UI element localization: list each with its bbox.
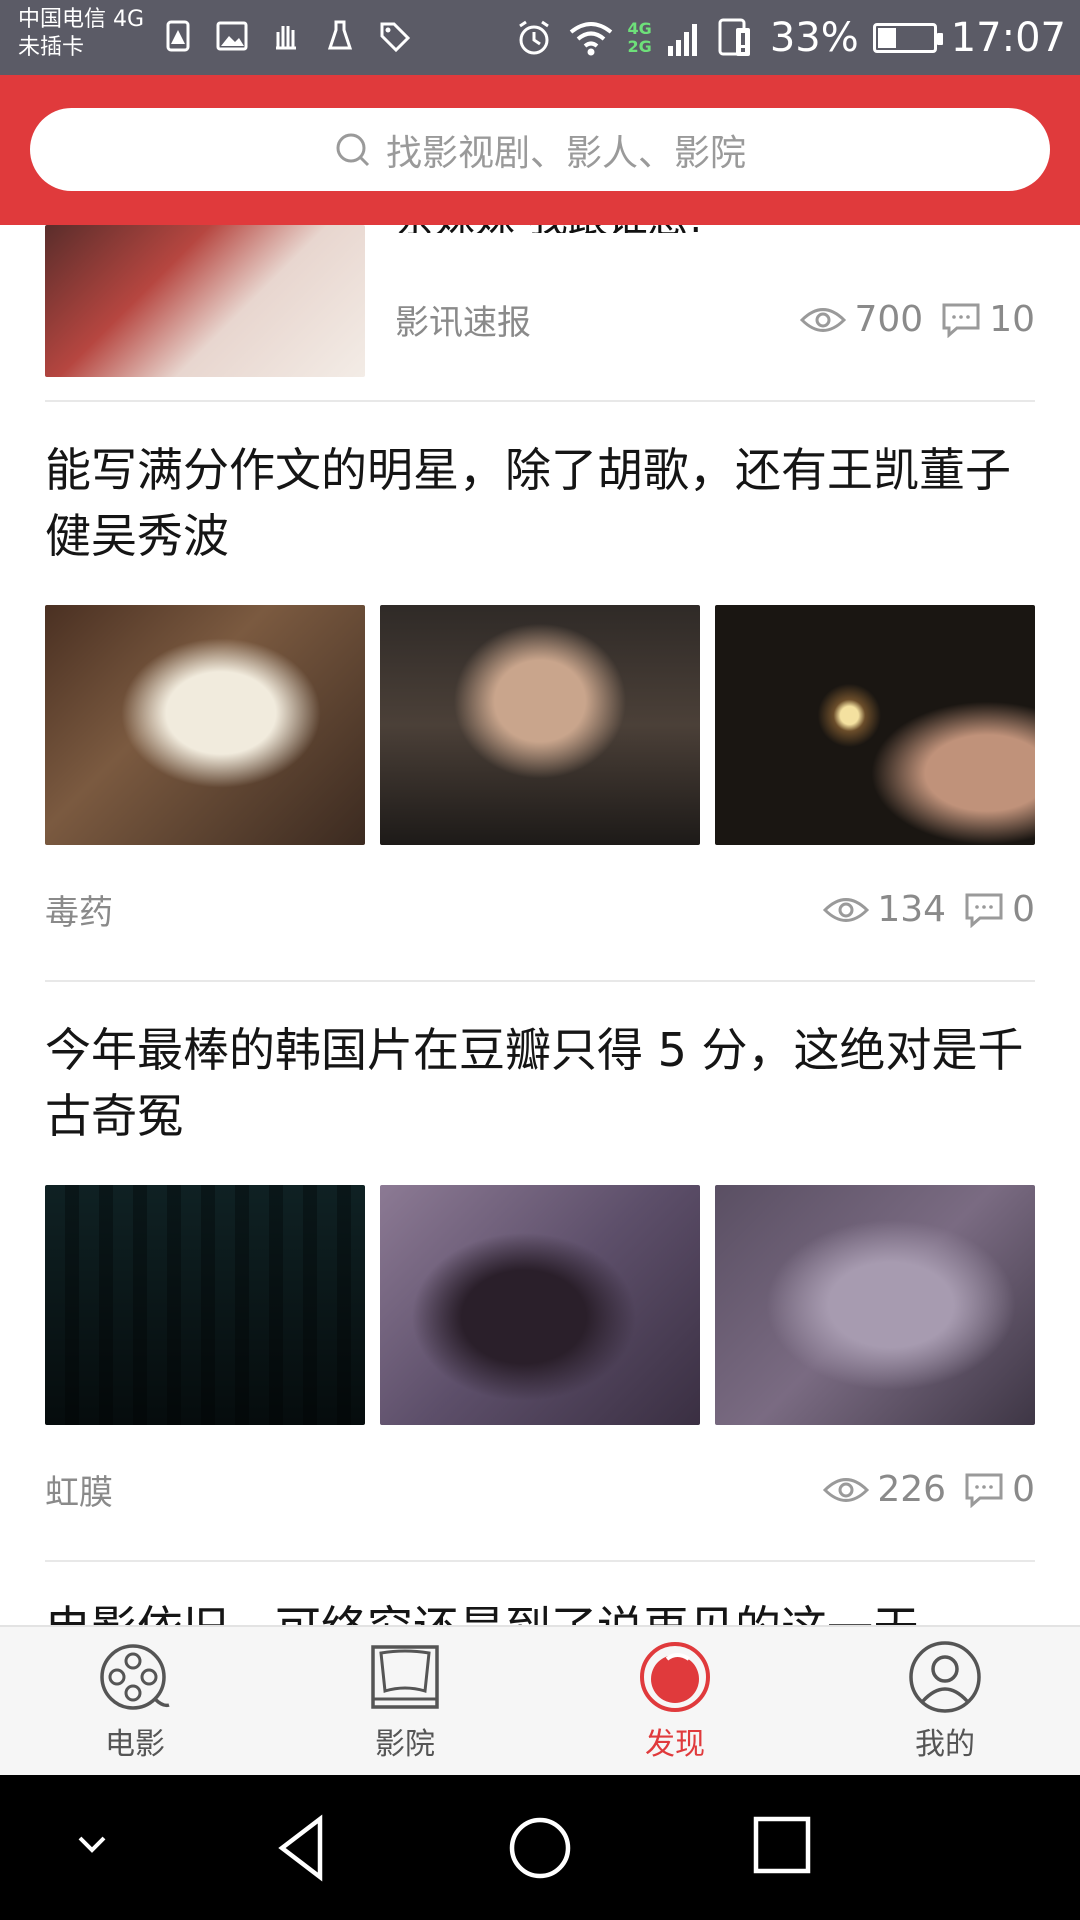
search-placeholder: 找影视剧、影人、影院: [385, 132, 746, 174]
comment-icon: [965, 1473, 1003, 1508]
article-card[interactable]: 能写满分作文的明星，除了胡歌，还有王凯董子健吴秀波 毒药 134 0: [45, 437, 1035, 934]
article-image: [380, 1185, 700, 1425]
search-bar[interactable]: 找影视剧、影人、影院: [30, 108, 1050, 191]
article-meta: 毒药 134 0: [45, 885, 1035, 934]
news-card[interactable]: 亲妹妹 我跟谁急! 影讯速报 700 10: [0, 225, 1080, 421]
tab-cinemas[interactable]: 影院: [270, 1627, 540, 1775]
article-stats: 134 0: [823, 889, 1035, 930]
article-card[interactable]: 今年最棒的韩国片在豆瓣只得 5 分，这绝对是千古奇冤 虹膜 226 0: [45, 1017, 1035, 1514]
news-title: 亲妹妹 我跟谁急!: [395, 225, 704, 233]
article-title-partial[interactable]: 电影依旧，可终究还是到了说再见的这一天: [45, 1595, 919, 1625]
article-source-tag[interactable]: 虹膜: [45, 1465, 113, 1514]
film-reel-icon: [100, 1644, 170, 1710]
sim-status: 未插卡: [18, 35, 85, 60]
battery-icon: [872, 23, 943, 53]
net-2g: 2G: [627, 37, 652, 56]
article-image: [45, 1185, 365, 1425]
comment-count[interactable]: 0: [964, 1469, 1035, 1510]
cinema-screen-icon: [371, 1645, 439, 1709]
article-stats: 226 0: [823, 1469, 1035, 1510]
carrier-info: 中国电信 4G 未插卡: [18, 6, 144, 62]
system-nav-bar: [0, 1775, 1080, 1920]
notification-icons: [160, 18, 412, 54]
discover-feed[interactable]: 亲妹妹 我跟谁急! 影讯速报 700 10 能写满分作文的明星，除了胡歌，还有王…: [0, 225, 1080, 1625]
sim-alert-icon: [718, 18, 750, 56]
tab-label: 发现: [645, 1727, 705, 1762]
tab-label: 电影: [105, 1727, 165, 1762]
tab-label: 我的: [915, 1727, 975, 1762]
view-count-value: 226: [877, 1469, 947, 1510]
news-source-tag[interactable]: 影讯速报: [395, 295, 531, 344]
cleaner-icon: [327, 20, 353, 50]
chevron-down-icon[interactable]: [72, 1830, 112, 1860]
article-image: [380, 605, 700, 845]
divider: [45, 1560, 1035, 1562]
carrier-name: 中国电信 4G: [18, 7, 145, 32]
comment-count[interactable]: 10: [941, 299, 1035, 340]
net-4g: 4G: [627, 19, 652, 38]
view-count: 226: [823, 1469, 946, 1510]
comment-count[interactable]: 0: [964, 889, 1035, 930]
article-title: 能写满分作文的明星，除了胡歌，还有王凯董子健吴秀波: [45, 443, 1011, 563]
clock: 17:07: [950, 15, 1066, 61]
article-source-tag[interactable]: 毒药: [45, 885, 113, 934]
home-icon[interactable]: [505, 1813, 575, 1883]
comment-icon: [965, 893, 1003, 928]
signal-icon: [667, 24, 697, 56]
news-thumbnail: [45, 225, 365, 377]
eye-icon: [823, 1477, 870, 1502]
discover-icon: [640, 1642, 710, 1712]
comment-count-value: 0: [1012, 1469, 1035, 1510]
network-type: 4G 2G: [628, 20, 652, 56]
hand-icon: [276, 26, 296, 50]
alarm-icon: [518, 20, 549, 55]
status-bar: 中国电信 4G 未插卡 4G 2G 33% 17:07: [0, 0, 1080, 75]
article-title: 今年最棒的韩国片在豆瓣只得 5 分，这绝对是千古奇冤: [45, 1023, 1024, 1143]
article-image: [715, 605, 1035, 845]
battery-percent: 33%: [769, 15, 859, 61]
article-meta: 虹膜 226 0: [45, 1465, 1035, 1514]
eye-icon: [823, 897, 870, 922]
divider: [45, 400, 1035, 402]
article-images: [45, 605, 1035, 845]
article-images: [45, 1185, 1035, 1425]
tab-discover[interactable]: 发现: [540, 1627, 810, 1775]
search-icon: [336, 133, 370, 166]
article-image: [715, 1185, 1035, 1425]
tag-icon: [380, 22, 411, 53]
status-right: 4G 2G 33% 17:07: [514, 10, 1066, 66]
tab-movies[interactable]: 电影: [0, 1627, 270, 1775]
divider: [45, 980, 1035, 982]
comment-count-value: 10: [989, 299, 1035, 340]
view-count-value: 700: [854, 299, 924, 340]
tab-label: 影院: [375, 1727, 435, 1762]
news-stats: 700 10: [800, 299, 1035, 340]
eye-icon: [800, 307, 847, 332]
back-icon[interactable]: [272, 1813, 332, 1883]
news-meta: 影讯速报 700 10: [395, 295, 1035, 344]
app-header: 找影视剧、影人、影院: [0, 75, 1080, 225]
view-count-value: 134: [877, 889, 947, 930]
article-image: [45, 605, 365, 845]
recent-apps-icon[interactable]: [750, 1813, 814, 1877]
image-icon: [216, 21, 248, 51]
wifi-icon: [569, 22, 612, 56]
view-count: 700: [800, 299, 923, 340]
bottom-tab-bar: 电影 影院 发现 我的: [0, 1625, 1080, 1775]
view-count: 134: [823, 889, 946, 930]
storage-warning-icon: [166, 20, 190, 52]
comment-icon: [942, 303, 980, 338]
tab-profile[interactable]: 我的: [810, 1627, 1080, 1775]
comment-count-value: 0: [1012, 889, 1035, 930]
profile-icon: [909, 1641, 981, 1713]
